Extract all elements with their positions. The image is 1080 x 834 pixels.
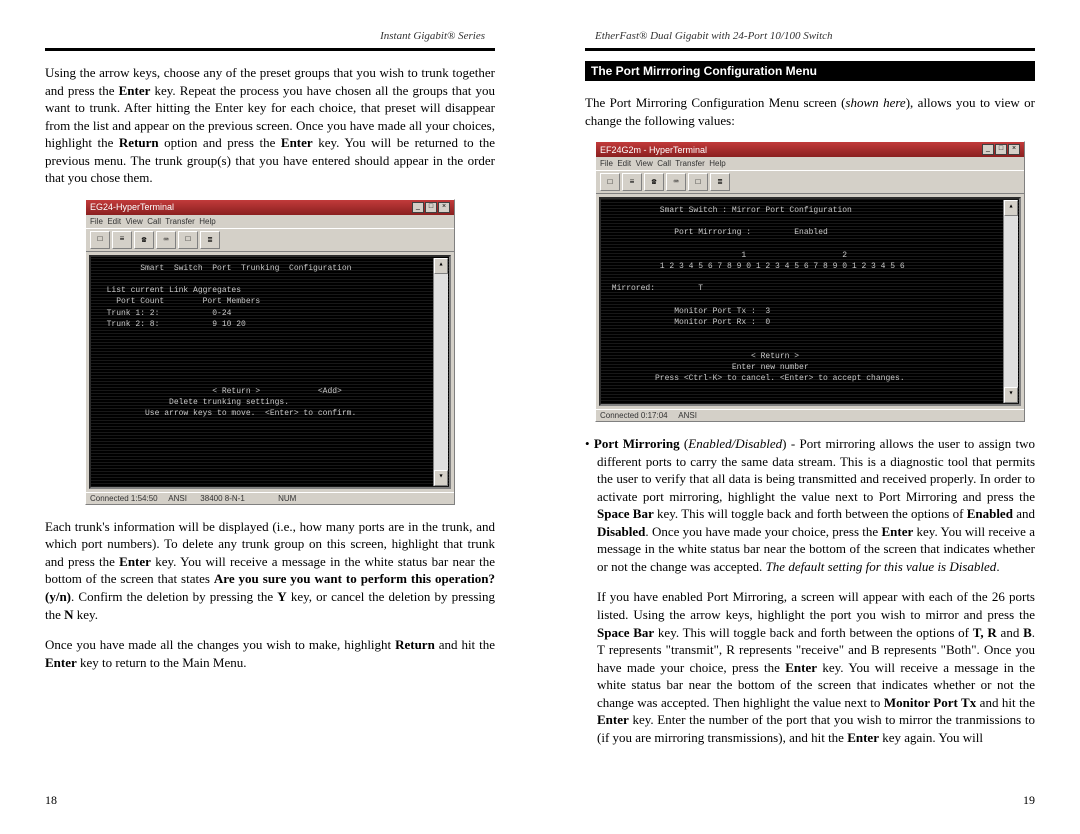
tool-icon: ☎ bbox=[644, 173, 664, 191]
tool-icon: ≡ bbox=[622, 173, 642, 191]
bullet-port-mirroring: • Port Mirroring (Enabled/Disabled) - Po… bbox=[585, 435, 1035, 575]
window-menubar: File Edit View Call Transfer Help bbox=[596, 157, 1024, 170]
terminal-text: Smart Switch : Mirror Port Configuration… bbox=[601, 199, 1019, 390]
terminal-display: Smart Switch Port Trunking Configuration… bbox=[89, 255, 451, 489]
window-toolbar: □ ≡ ☎ ⌨ □ ≣ bbox=[596, 170, 1024, 194]
window-statusbar: Connected 0:17:04 ANSI bbox=[596, 409, 1024, 421]
para-delete-trunk: Each trunk's information will be display… bbox=[45, 518, 495, 623]
page-number: 19 bbox=[1023, 793, 1035, 808]
series-header-right: EtherFast® Dual Gigabit with 24-Port 10/… bbox=[585, 30, 1035, 42]
window-toolbar: □ ≡ ☎ ⌨ □ ≣ bbox=[86, 228, 454, 252]
tool-icon: □ bbox=[600, 173, 620, 191]
tool-icon: ⌨ bbox=[156, 231, 176, 249]
scrollbar: ▴ ▾ bbox=[1003, 200, 1018, 403]
tool-icon: ⌨ bbox=[666, 173, 686, 191]
window-menubar: File Edit View Call Transfer Help bbox=[86, 215, 454, 228]
page-spread: Instant Gigabit® Series Using the arrow … bbox=[0, 0, 1080, 834]
terminal-text: Smart Switch Port Trunking Configuration… bbox=[91, 257, 449, 426]
tool-icon: □ bbox=[688, 173, 708, 191]
minimize-icon: _ bbox=[982, 144, 994, 155]
page-number: 18 bbox=[45, 793, 57, 808]
page-19: EtherFast® Dual Gigabit with 24-Port 10/… bbox=[540, 0, 1080, 834]
window-statusbar: Connected 1:54:50 ANSI 38400 8-N-1 NUM bbox=[86, 492, 454, 504]
hyperterminal-screenshot-trunking: EG24-HyperTerminal _ □ × File Edit View … bbox=[85, 199, 455, 505]
tool-icon: □ bbox=[178, 231, 198, 249]
close-icon: × bbox=[438, 202, 450, 213]
window-title: EG24-HyperTerminal bbox=[90, 202, 174, 212]
para-trunk-instructions: Using the arrow keys, choose any of the … bbox=[45, 64, 495, 187]
scroll-down-icon: ▾ bbox=[434, 470, 448, 486]
para-return-main: Once you have made all the changes you w… bbox=[45, 636, 495, 671]
window-titlebar: EG24-HyperTerminal _ □ × bbox=[86, 200, 454, 215]
tool-icon: ≣ bbox=[710, 173, 730, 191]
window-titlebar: EF24G2m - HyperTerminal _ □ × bbox=[596, 142, 1024, 157]
hyperterminal-screenshot-mirroring: EF24G2m - HyperTerminal _ □ × File Edit … bbox=[595, 141, 1025, 422]
minimize-icon: _ bbox=[412, 202, 424, 213]
close-icon: × bbox=[1008, 144, 1020, 155]
scrollbar: ▴ ▾ bbox=[433, 258, 448, 486]
maximize-icon: □ bbox=[425, 202, 437, 213]
window-title: EF24G2m - HyperTerminal bbox=[600, 145, 707, 155]
para-mirror-ports: If you have enabled Port Mirroring, a sc… bbox=[585, 588, 1035, 746]
page-18: Instant Gigabit® Series Using the arrow … bbox=[0, 0, 540, 834]
header-rule bbox=[45, 48, 495, 51]
scroll-up-icon: ▴ bbox=[434, 258, 448, 274]
scroll-down-icon: ▾ bbox=[1004, 387, 1018, 403]
header-rule bbox=[585, 48, 1035, 51]
maximize-icon: □ bbox=[995, 144, 1007, 155]
tool-icon: □ bbox=[90, 231, 110, 249]
section-title-bar: The Port Mirrroring Configuration Menu bbox=[585, 61, 1035, 81]
tool-icon: ≡ bbox=[112, 231, 132, 249]
series-header-left: Instant Gigabit® Series bbox=[45, 30, 495, 42]
scroll-up-icon: ▴ bbox=[1004, 200, 1018, 216]
tool-icon: ☎ bbox=[134, 231, 154, 249]
tool-icon: ≣ bbox=[200, 231, 220, 249]
para-mirror-intro: The Port Mirroring Configuration Menu sc… bbox=[585, 94, 1035, 129]
terminal-display: Smart Switch : Mirror Port Configuration… bbox=[599, 197, 1021, 406]
